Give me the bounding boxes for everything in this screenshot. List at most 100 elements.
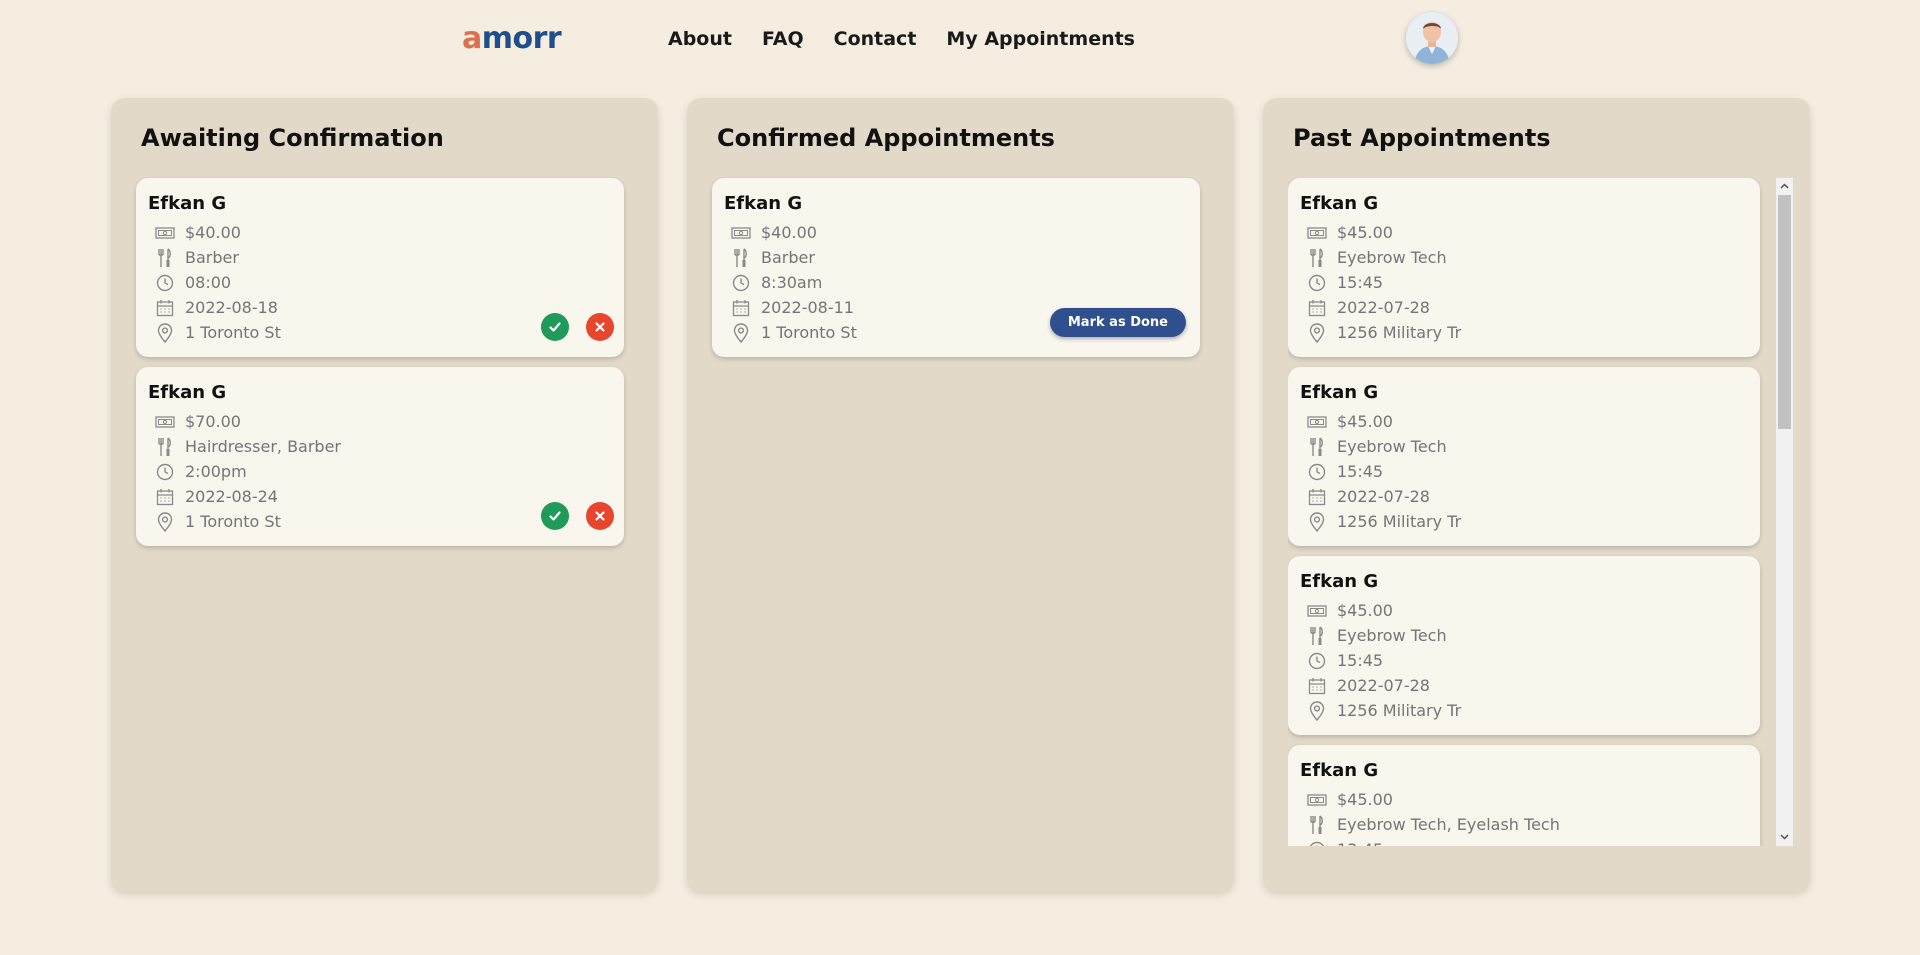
detail-row-price: $40.00 [724,220,1188,245]
detail-date: 2022-08-18 [185,298,278,317]
main-nav: About FAQ Contact My Appointments [668,26,1135,52]
scrollbar[interactable] [1776,178,1793,846]
past-card-scroll-area[interactable]: Efkan G $45.00 Eyebrow Tech 15:45 2022-07-2… [1288,178,1793,846]
cash-icon [154,224,176,242]
detail-row-price: $70.00 [148,409,612,434]
detail-price: $40.00 [185,223,241,242]
detail-time: 13:45 [1337,840,1383,846]
location-pin-icon [154,322,176,343]
detail-row-service: Eyebrow Tech [1300,245,1748,270]
detail-row-time: 15:45 [1300,270,1748,295]
calendar-icon [1306,488,1328,506]
check-icon [549,511,561,521]
card-details: $45.00 Eyebrow Tech, Eyelash Tech 13:45 [1300,787,1748,846]
clock-icon [154,463,176,481]
scroll-thumb[interactable] [1778,195,1791,429]
detail-service: Barber [761,248,815,267]
accept-button[interactable] [541,502,569,530]
detail-row-price: $45.00 [1300,409,1748,434]
detail-row-time: 15:45 [1300,459,1748,484]
detail-date: 2022-07-28 [1337,298,1430,317]
detail-row-location: 1256 Military Tr [1300,320,1748,345]
user-avatar[interactable] [1406,12,1458,64]
location-pin-icon [730,322,752,343]
close-icon [595,511,605,521]
reject-button[interactable] [586,502,614,530]
location-pin-icon [1306,700,1328,721]
detail-time: 8:30am [761,273,823,292]
calendar-icon [1306,677,1328,695]
appointment-card: Efkan G $45.00 Eyebrow Tech 15:45 2022-07-2… [1288,556,1760,735]
calendar-icon [154,488,176,506]
detail-row-date: 2022-08-24 [148,484,612,509]
mark-as-done-button[interactable]: Mark as Done [1049,308,1186,337]
detail-date: 2022-08-24 [185,487,278,506]
detail-price: $45.00 [1337,223,1393,242]
detail-time: 15:45 [1337,273,1384,292]
detail-row-service: Barber [724,245,1188,270]
nav-link-contact[interactable]: Contact [834,26,917,52]
nav-link-about[interactable]: About [668,26,732,52]
clock-icon [154,274,176,292]
scissors-comb-icon [1306,436,1328,456]
scissors-comb-icon [154,436,176,456]
panel-title: Past Appointments [1293,124,1551,152]
detail-row-date: 2022-07-28 [1300,295,1748,320]
close-icon [595,322,605,332]
location-pin-icon [1306,322,1328,343]
clock-icon [1306,841,1328,846]
detail-row-service: Eyebrow Tech [1300,623,1748,648]
card-details: $45.00 Eyebrow Tech 15:45 2022-07-28 1256 Mi… [1300,220,1748,345]
reject-button[interactable] [586,313,614,341]
detail-location: 1256 Military Tr [1337,512,1462,531]
detail-row-price: $45.00 [1300,598,1748,623]
nav-link-faq[interactable]: FAQ [762,26,804,52]
detail-price: $45.00 [1337,412,1393,431]
panel-title: Awaiting Confirmation [141,124,444,152]
detail-time: 15:45 [1337,651,1384,670]
calendar-icon [154,299,176,317]
cash-icon [1306,224,1328,242]
past-card-list: Efkan G $45.00 Eyebrow Tech 15:45 2022-07-2… [1288,178,1760,846]
cash-icon [1306,413,1328,431]
calendar-icon [730,299,752,317]
detail-price: $70.00 [185,412,241,431]
confirmed-appointments-panel: Confirmed Appointments Efkan G $40.00 Bar… [687,98,1234,892]
detail-location: 1256 Military Tr [1337,323,1462,342]
awaiting-confirmation-panel: Awaiting Confirmation Efkan G $40.00 Barb… [111,98,658,892]
scroll-down-arrow-icon[interactable] [1776,829,1793,846]
detail-service: Eyebrow Tech [1337,437,1447,456]
detail-row-price: $40.00 [148,220,612,245]
client-name: Efkan G [1300,571,1379,592]
detail-time: 2:00pm [185,462,247,481]
client-name: Efkan G [148,193,227,214]
detail-row-time: 15:45 [1300,648,1748,673]
scroll-up-arrow-icon[interactable] [1776,178,1793,195]
scissors-comb-icon [1306,625,1328,645]
appointment-card: Efkan G $45.00 Eyebrow Tech, Eyelash Tech… [1288,745,1760,846]
cash-icon [730,224,752,242]
detail-row-time: 2:00pm [148,459,612,484]
card-details: $45.00 Eyebrow Tech 15:45 2022-07-28 1256 Mi… [1300,598,1748,723]
clock-icon [1306,463,1328,481]
logo[interactable]: amorr [462,20,562,58]
detail-time: 08:00 [185,273,232,292]
check-icon [549,322,561,332]
client-name: Efkan G [1300,382,1379,403]
panel-title: Confirmed Appointments [717,124,1055,152]
client-name: Efkan G [1300,760,1379,781]
detail-row-price: $45.00 [1300,787,1748,812]
past-appointments-panel: Past Appointments Efkan G $45.00 Eyebrow … [1263,98,1810,892]
detail-location: 1 Toronto St [185,512,281,531]
detail-row-service: Eyebrow Tech [1300,434,1748,459]
detail-date: 2022-07-28 [1337,487,1430,506]
detail-row-service: Eyebrow Tech, Eyelash Tech [1300,812,1748,837]
detail-row-location: 1256 Military Tr [1300,509,1748,534]
detail-service: Eyebrow Tech [1337,626,1447,645]
detail-row-time: 08:00 [148,270,612,295]
detail-service: Eyebrow Tech [1337,248,1447,267]
appointment-card: Efkan G $40.00 Barber 8:30am 2022-08-11 1 To… [712,178,1200,357]
nav-link-my-appointments[interactable]: My Appointments [946,26,1135,52]
appointment-card: Efkan G $45.00 Eyebrow Tech 15:45 2022-07-2… [1288,178,1760,357]
accept-button[interactable] [541,313,569,341]
